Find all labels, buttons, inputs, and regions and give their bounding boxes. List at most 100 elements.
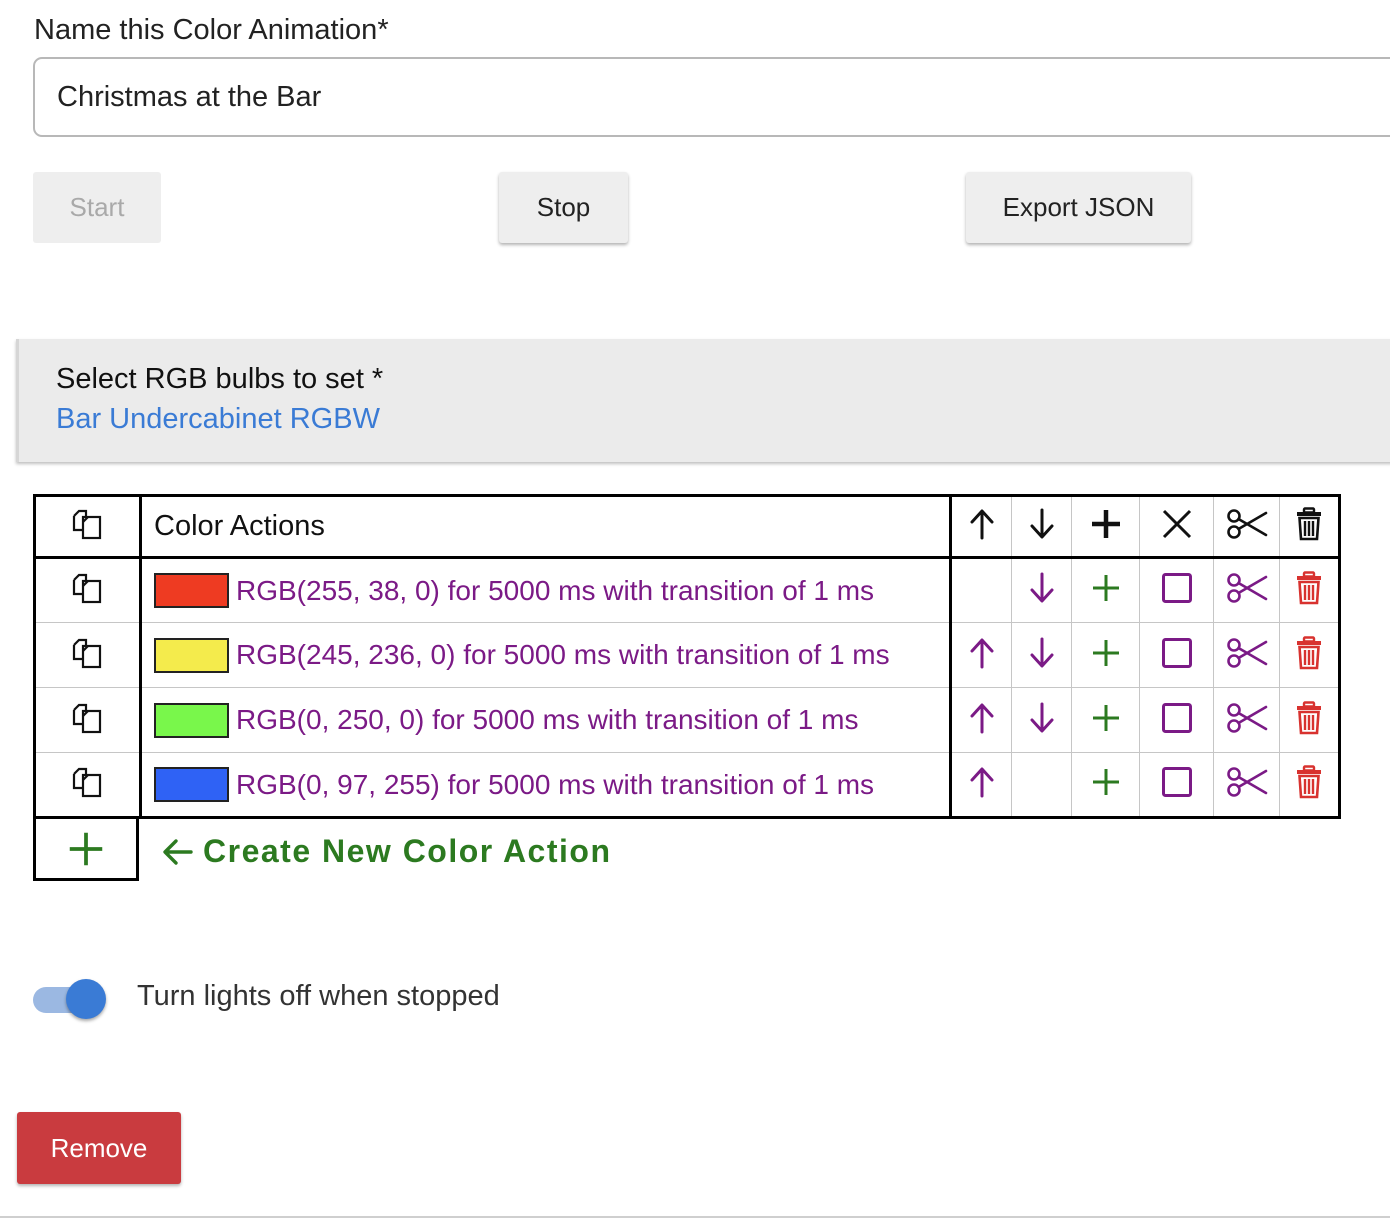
row-add-cell[interactable] bbox=[1071, 752, 1140, 819]
selected-bulb-link[interactable]: Bar Undercabinet RGBW bbox=[56, 403, 380, 436]
move-up-icon[interactable] bbox=[967, 765, 997, 799]
color-swatch bbox=[154, 702, 229, 738]
row-copy-cell[interactable] bbox=[33, 622, 142, 688]
scissors-icon bbox=[1226, 508, 1268, 540]
color-swatch bbox=[154, 767, 229, 802]
insert-plus-icon[interactable] bbox=[1090, 637, 1122, 669]
move-up-icon[interactable] bbox=[967, 636, 997, 670]
table-row: RGB(245, 236, 0) for 5000 ms with transi… bbox=[33, 622, 1341, 688]
row-copy-cell[interactable] bbox=[33, 687, 142, 753]
row-copy-cell[interactable] bbox=[33, 557, 142, 623]
row-cut-cell[interactable] bbox=[1213, 752, 1280, 819]
create-action-label: Create New Color Action bbox=[203, 833, 612, 869]
header-title-cell: Color Actions bbox=[140, 494, 952, 559]
lights-off-label: Turn lights off when stopped bbox=[137, 980, 500, 1012]
move-down-icon[interactable] bbox=[1027, 571, 1057, 605]
bulb-selector[interactable]: Select RGB bulbs to set * Bar Undercabin… bbox=[16, 339, 1390, 462]
header-copy-cell bbox=[33, 494, 142, 559]
bulb-selector-label: Select RGB bulbs to set * bbox=[56, 363, 384, 395]
plus-icon bbox=[1089, 507, 1123, 541]
export-json-button[interactable]: Export JSON bbox=[966, 172, 1191, 243]
row-select-cell[interactable] bbox=[1139, 687, 1214, 753]
insert-plus-icon[interactable] bbox=[1090, 766, 1122, 798]
row-delete-cell[interactable] bbox=[1279, 687, 1341, 753]
scissors-icon[interactable] bbox=[1226, 766, 1268, 798]
scissors-icon[interactable] bbox=[1226, 572, 1268, 604]
row-down-cell[interactable] bbox=[1011, 557, 1072, 623]
header-up-cell bbox=[950, 494, 1012, 559]
row-action-cell[interactable]: RGB(255, 38, 0) for 5000 ms with transit… bbox=[140, 557, 952, 623]
insert-plus-icon[interactable] bbox=[1090, 702, 1122, 734]
row-select-cell[interactable] bbox=[1139, 752, 1214, 819]
start-button[interactable]: Start bbox=[33, 172, 161, 243]
row-action-cell[interactable]: RGB(0, 250, 0) for 5000 ms with transiti… bbox=[140, 687, 952, 753]
action-description[interactable]: RGB(0, 250, 0) for 5000 ms with transiti… bbox=[236, 704, 858, 736]
color-actions-table: Color Actions RGB(255, 38, 0) for 5000 m… bbox=[33, 494, 1341, 819]
color-swatch bbox=[154, 573, 229, 608]
scissors-icon[interactable] bbox=[1226, 637, 1268, 669]
stop-button[interactable]: Stop bbox=[499, 172, 628, 243]
header-select-cell bbox=[1139, 494, 1214, 559]
select-checkbox-icon[interactable] bbox=[1161, 766, 1193, 798]
copy-icon[interactable] bbox=[70, 764, 106, 800]
header-add-cell bbox=[1071, 494, 1140, 559]
remove-button[interactable]: Remove bbox=[17, 1112, 181, 1184]
copy-icon[interactable] bbox=[70, 700, 106, 736]
name-label: Name this Color Animation* bbox=[34, 14, 389, 46]
row-add-cell[interactable] bbox=[1071, 557, 1140, 623]
arrow-up-icon bbox=[967, 507, 997, 541]
scissors-icon[interactable] bbox=[1226, 702, 1268, 734]
row-cut-cell[interactable] bbox=[1213, 557, 1280, 623]
row-add-cell[interactable] bbox=[1071, 622, 1140, 688]
row-up-cell bbox=[950, 557, 1012, 623]
action-description[interactable]: RGB(245, 236, 0) for 5000 ms with transi… bbox=[236, 639, 890, 671]
copy-icon[interactable] bbox=[70, 635, 106, 671]
row-copy-cell[interactable] bbox=[33, 752, 142, 819]
create-action-button[interactable] bbox=[33, 819, 139, 881]
move-up-icon[interactable] bbox=[967, 701, 997, 735]
animation-name-input[interactable] bbox=[33, 57, 1390, 137]
action-description[interactable]: RGB(0, 97, 255) for 5000 ms with transit… bbox=[236, 769, 874, 801]
select-checkbox-icon[interactable] bbox=[1161, 572, 1193, 604]
row-up-cell[interactable] bbox=[950, 752, 1012, 819]
header-delete-cell bbox=[1279, 494, 1341, 559]
header-down-cell bbox=[1011, 494, 1072, 559]
table-title: Color Actions bbox=[154, 510, 325, 542]
copy-icon bbox=[70, 506, 106, 542]
arrow-down-icon bbox=[1027, 507, 1057, 541]
table-header-row: Color Actions bbox=[33, 494, 1341, 559]
row-delete-cell[interactable] bbox=[1279, 622, 1341, 688]
row-select-cell[interactable] bbox=[1139, 622, 1214, 688]
trash-icon[interactable] bbox=[1295, 635, 1323, 670]
close-icon bbox=[1161, 508, 1193, 540]
table-row: RGB(0, 97, 255) for 5000 ms with transit… bbox=[33, 752, 1341, 819]
trash-icon[interactable] bbox=[1295, 571, 1323, 605]
row-action-cell[interactable]: RGB(245, 236, 0) for 5000 ms with transi… bbox=[140, 622, 952, 688]
row-delete-cell[interactable] bbox=[1279, 752, 1341, 819]
table-row: RGB(255, 38, 0) for 5000 ms with transit… bbox=[33, 557, 1341, 623]
create-action-link[interactable]: Create New Color Action bbox=[161, 833, 611, 870]
select-checkbox-icon[interactable] bbox=[1161, 637, 1193, 669]
row-up-cell[interactable] bbox=[950, 687, 1012, 753]
row-cut-cell[interactable] bbox=[1213, 687, 1280, 753]
row-up-cell[interactable] bbox=[950, 622, 1012, 688]
action-description[interactable]: RGB(255, 38, 0) for 5000 ms with transit… bbox=[236, 575, 874, 607]
select-checkbox-icon[interactable] bbox=[1161, 702, 1193, 734]
row-select-cell[interactable] bbox=[1139, 557, 1214, 623]
lights-off-toggle[interactable] bbox=[33, 978, 107, 1022]
row-down-cell[interactable] bbox=[1011, 622, 1072, 688]
trash-icon[interactable] bbox=[1295, 700, 1323, 735]
row-down-cell[interactable] bbox=[1011, 687, 1072, 753]
move-down-icon[interactable] bbox=[1027, 636, 1057, 670]
table-row: RGB(0, 250, 0) for 5000 ms with transiti… bbox=[33, 687, 1341, 753]
row-action-cell[interactable]: RGB(0, 97, 255) for 5000 ms with transit… bbox=[140, 752, 952, 819]
trash-icon[interactable] bbox=[1295, 765, 1323, 799]
copy-icon[interactable] bbox=[70, 570, 106, 606]
row-cut-cell[interactable] bbox=[1213, 622, 1280, 688]
move-down-icon[interactable] bbox=[1027, 701, 1057, 735]
row-add-cell[interactable] bbox=[1071, 687, 1140, 753]
row-delete-cell[interactable] bbox=[1279, 557, 1341, 623]
toggle-knob bbox=[66, 979, 106, 1019]
insert-plus-icon[interactable] bbox=[1090, 572, 1122, 604]
add-plus-icon bbox=[66, 829, 106, 869]
